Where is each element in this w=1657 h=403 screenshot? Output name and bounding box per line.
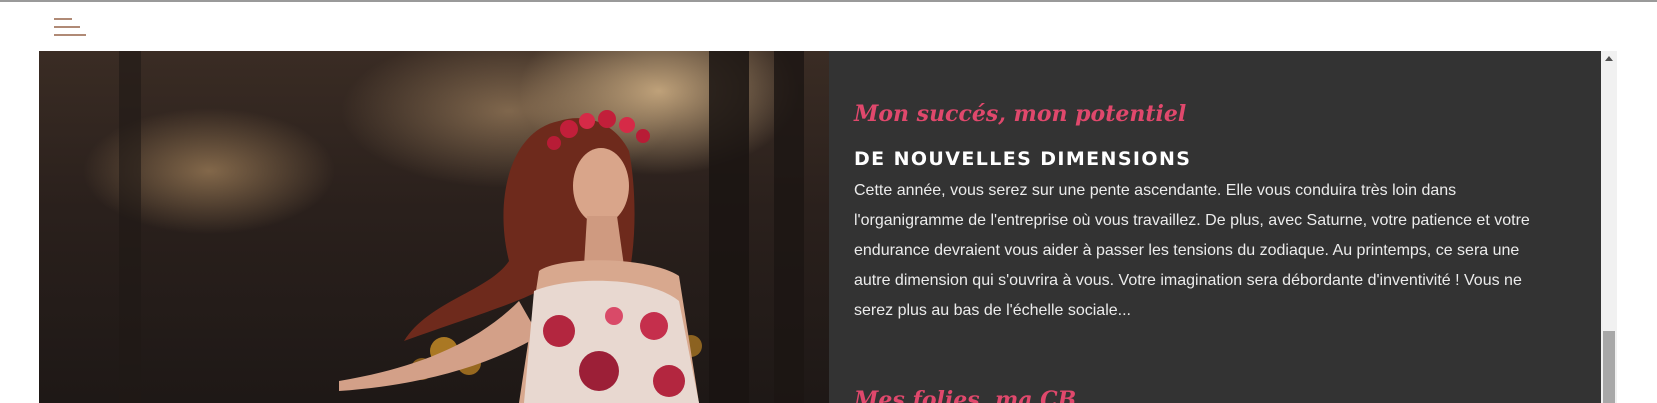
menu-line: [54, 34, 86, 36]
section-heading: DE NOUVELLES DIMENSIONS: [854, 148, 1192, 170]
menu-line: [54, 26, 80, 28]
section-title: Mon succés, mon potentiel: [854, 101, 1187, 127]
menu-line: [54, 18, 72, 20]
hero-photo: [39, 51, 829, 403]
scroll-up-arrow-icon[interactable]: [1601, 51, 1617, 67]
content-section: Mon succés, mon potentiel DE NOUVELLES D…: [39, 51, 1601, 403]
section-body: Cette année, vous serez sur une pente as…: [854, 182, 1530, 319]
hamburger-menu-icon[interactable]: [54, 16, 86, 38]
text-panel: Mon succés, mon potentiel DE NOUVELLES D…: [854, 51, 1594, 403]
vertical-scrollbar[interactable]: [1601, 51, 1617, 403]
scrollbar-thumb[interactable]: [1603, 331, 1615, 403]
top-border: [0, 0, 1657, 2]
section-title-next: Mes folies, ma CB: [854, 387, 1077, 403]
hero-photo-illustration: [119, 51, 804, 403]
